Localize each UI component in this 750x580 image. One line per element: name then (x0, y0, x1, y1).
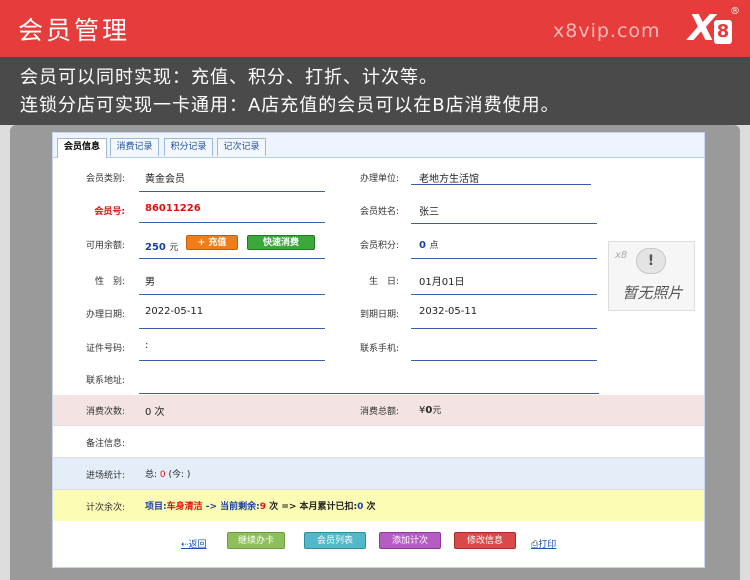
print-link-label: 打印 (538, 540, 557, 550)
member-photo-placeholder: x8 ! 暂无照片 (608, 241, 695, 311)
back-link-label: 返回 (188, 540, 207, 550)
logo-8-digit: 8 (714, 20, 732, 44)
intro-line-2: 连锁分店可实现一卡通用：A店充值的会员可以在B店消费使用。 (20, 95, 560, 116)
count-remain-row: 计次余次: 项目:车身清洁 -> 当前剩余:9 次 => 本月累计已扣:0 次 (53, 489, 704, 521)
back-arrow-icon: ⇠ (181, 540, 189, 550)
brand-logo: X 8 ® (688, 6, 740, 52)
banner-title: 会员管理 (18, 16, 131, 45)
count-item: 车身清洁 (166, 502, 203, 512)
card-no-label: 会员号: (94, 207, 125, 217)
store-underline (411, 184, 591, 185)
back-link[interactable]: ⇠返回 (181, 537, 207, 550)
banner-site-url: x8vip.com (553, 20, 661, 42)
gender-label: 性 别: (94, 277, 125, 287)
id-number-label: 证件号码: (85, 344, 125, 354)
phone-underline (411, 360, 597, 361)
intro-line-1: 会员可以同时实现：充值、积分、打折、计次等。 (20, 67, 438, 88)
no-photo-text: 暂无照片 (622, 284, 683, 302)
store-value: 老地方生活馆 (419, 174, 479, 185)
top-banner: 会员管理 x8vip.com X 8 ® (0, 0, 750, 57)
entry-stats-row: 进场统计: 总: 0 (今: ) (53, 457, 704, 489)
birthday-value: 01月01日 (419, 277, 465, 288)
intro-box: 会员可以同时实现：充值、积分、打折、计次等。 连锁分店可实现一卡通用：A店充值的… (0, 57, 750, 125)
count-arrow: -> 当前剩余: (202, 502, 260, 512)
tab-member-info[interactable]: 会员信息 (57, 138, 107, 158)
count-end: 次 (363, 502, 376, 512)
member-detail-panel: 会员信息 消费记录 积分记录 记次记录 会员类别: 黄金会员 办理单位: 老地方… (52, 132, 705, 568)
address-underline (139, 393, 599, 394)
tab-points-records[interactable]: 积分记录 (164, 138, 213, 156)
member-type-value: 黄金会员 (145, 174, 185, 185)
entry-prefix: 总: (145, 470, 160, 480)
visits-value: 0 次 (145, 407, 165, 418)
balance-underline (139, 258, 325, 259)
continue-card-button[interactable]: 继续办卡 (227, 532, 285, 549)
count-label: 计次余次: (85, 503, 125, 513)
member-list-button[interactable]: 会员列表 (304, 532, 366, 549)
logo-registered-mark: ® (730, 6, 740, 17)
name-value: 张三 (419, 207, 439, 218)
exclamation-bubble-icon: ! (636, 248, 666, 274)
count-summary: 项目:车身清洁 -> 当前剩余:9 次 => 本月累计已扣:0 次 (145, 499, 376, 512)
gender-value: 男 (145, 277, 155, 288)
count-item-prefix: 项目: (145, 502, 167, 512)
visits-label: 消费次数: (85, 407, 125, 417)
balance-unit: 元 (169, 243, 179, 253)
remark-label: 备注信息: (85, 439, 125, 449)
points-value: 0 (419, 240, 426, 251)
birthday-label: 生 日: (368, 277, 399, 287)
points-amount: 0 点 (419, 238, 438, 251)
logo-x-letter: X (688, 8, 716, 49)
id-number-value: : (145, 340, 149, 351)
address-label: 联系地址: (85, 376, 125, 386)
expire-date-value: 2032-05-11 (419, 306, 478, 317)
name-label: 会员姓名: (359, 207, 399, 217)
total-unit: 元 (432, 406, 442, 416)
entry-suffix: (今: ) (165, 470, 191, 480)
add-count-button[interactable]: 添加计次 (379, 532, 441, 549)
tab-consume-records[interactable]: 消费记录 (110, 138, 159, 156)
expire-date-label: 到期日期: (359, 310, 399, 320)
open-date-underline (139, 328, 325, 329)
open-date-value: 2022-05-11 (145, 306, 204, 317)
expire-date-underline (411, 328, 597, 329)
print-link[interactable]: ⎙打印 (531, 537, 556, 550)
points-label: 会员积分: (359, 241, 399, 251)
balance-label: 可用余额: (85, 241, 125, 251)
points-unit: 点 (429, 241, 439, 251)
balance-value: 250 (145, 242, 166, 253)
entry-summary: 总: 0 (今: ) (145, 467, 190, 480)
edit-info-button[interactable]: 修改信息 (454, 532, 516, 549)
balance-amount: 250 元 (145, 240, 178, 253)
store-label: 办理单位: (359, 174, 399, 184)
recharge-button[interactable]: + 充值 (186, 235, 238, 250)
birthday-underline (411, 294, 597, 295)
card-no-value: 86011226 (145, 203, 201, 214)
entry-label: 进场统计: (85, 471, 125, 481)
count-mid: 次 => 本月累计已扣: (266, 502, 358, 512)
phone-label: 联系手机: (359, 344, 399, 354)
member-type-label: 会员类别: (85, 174, 125, 184)
photo-corner-mark: x8 (615, 250, 628, 261)
remark-row: 备注信息: (53, 425, 704, 457)
consume-stats-row: 消费次数: 0 次 消费总额: ¥0元 (53, 395, 704, 425)
name-underline (411, 223, 597, 224)
member-type-underline (139, 191, 325, 192)
quick-consume-button[interactable]: 快速消费 (247, 235, 315, 250)
points-underline (411, 258, 597, 259)
open-date-label: 办理日期: (85, 310, 125, 320)
tab-count-records[interactable]: 记次记录 (217, 138, 266, 156)
tab-bar: 会员信息 消费记录 积分记录 记次记录 (53, 133, 704, 158)
id-number-underline (139, 360, 325, 361)
total-amount: ¥0元 (419, 403, 441, 416)
gender-underline (139, 294, 325, 295)
total-label: 消费总额: (359, 407, 399, 417)
card-no-underline (139, 222, 325, 223)
